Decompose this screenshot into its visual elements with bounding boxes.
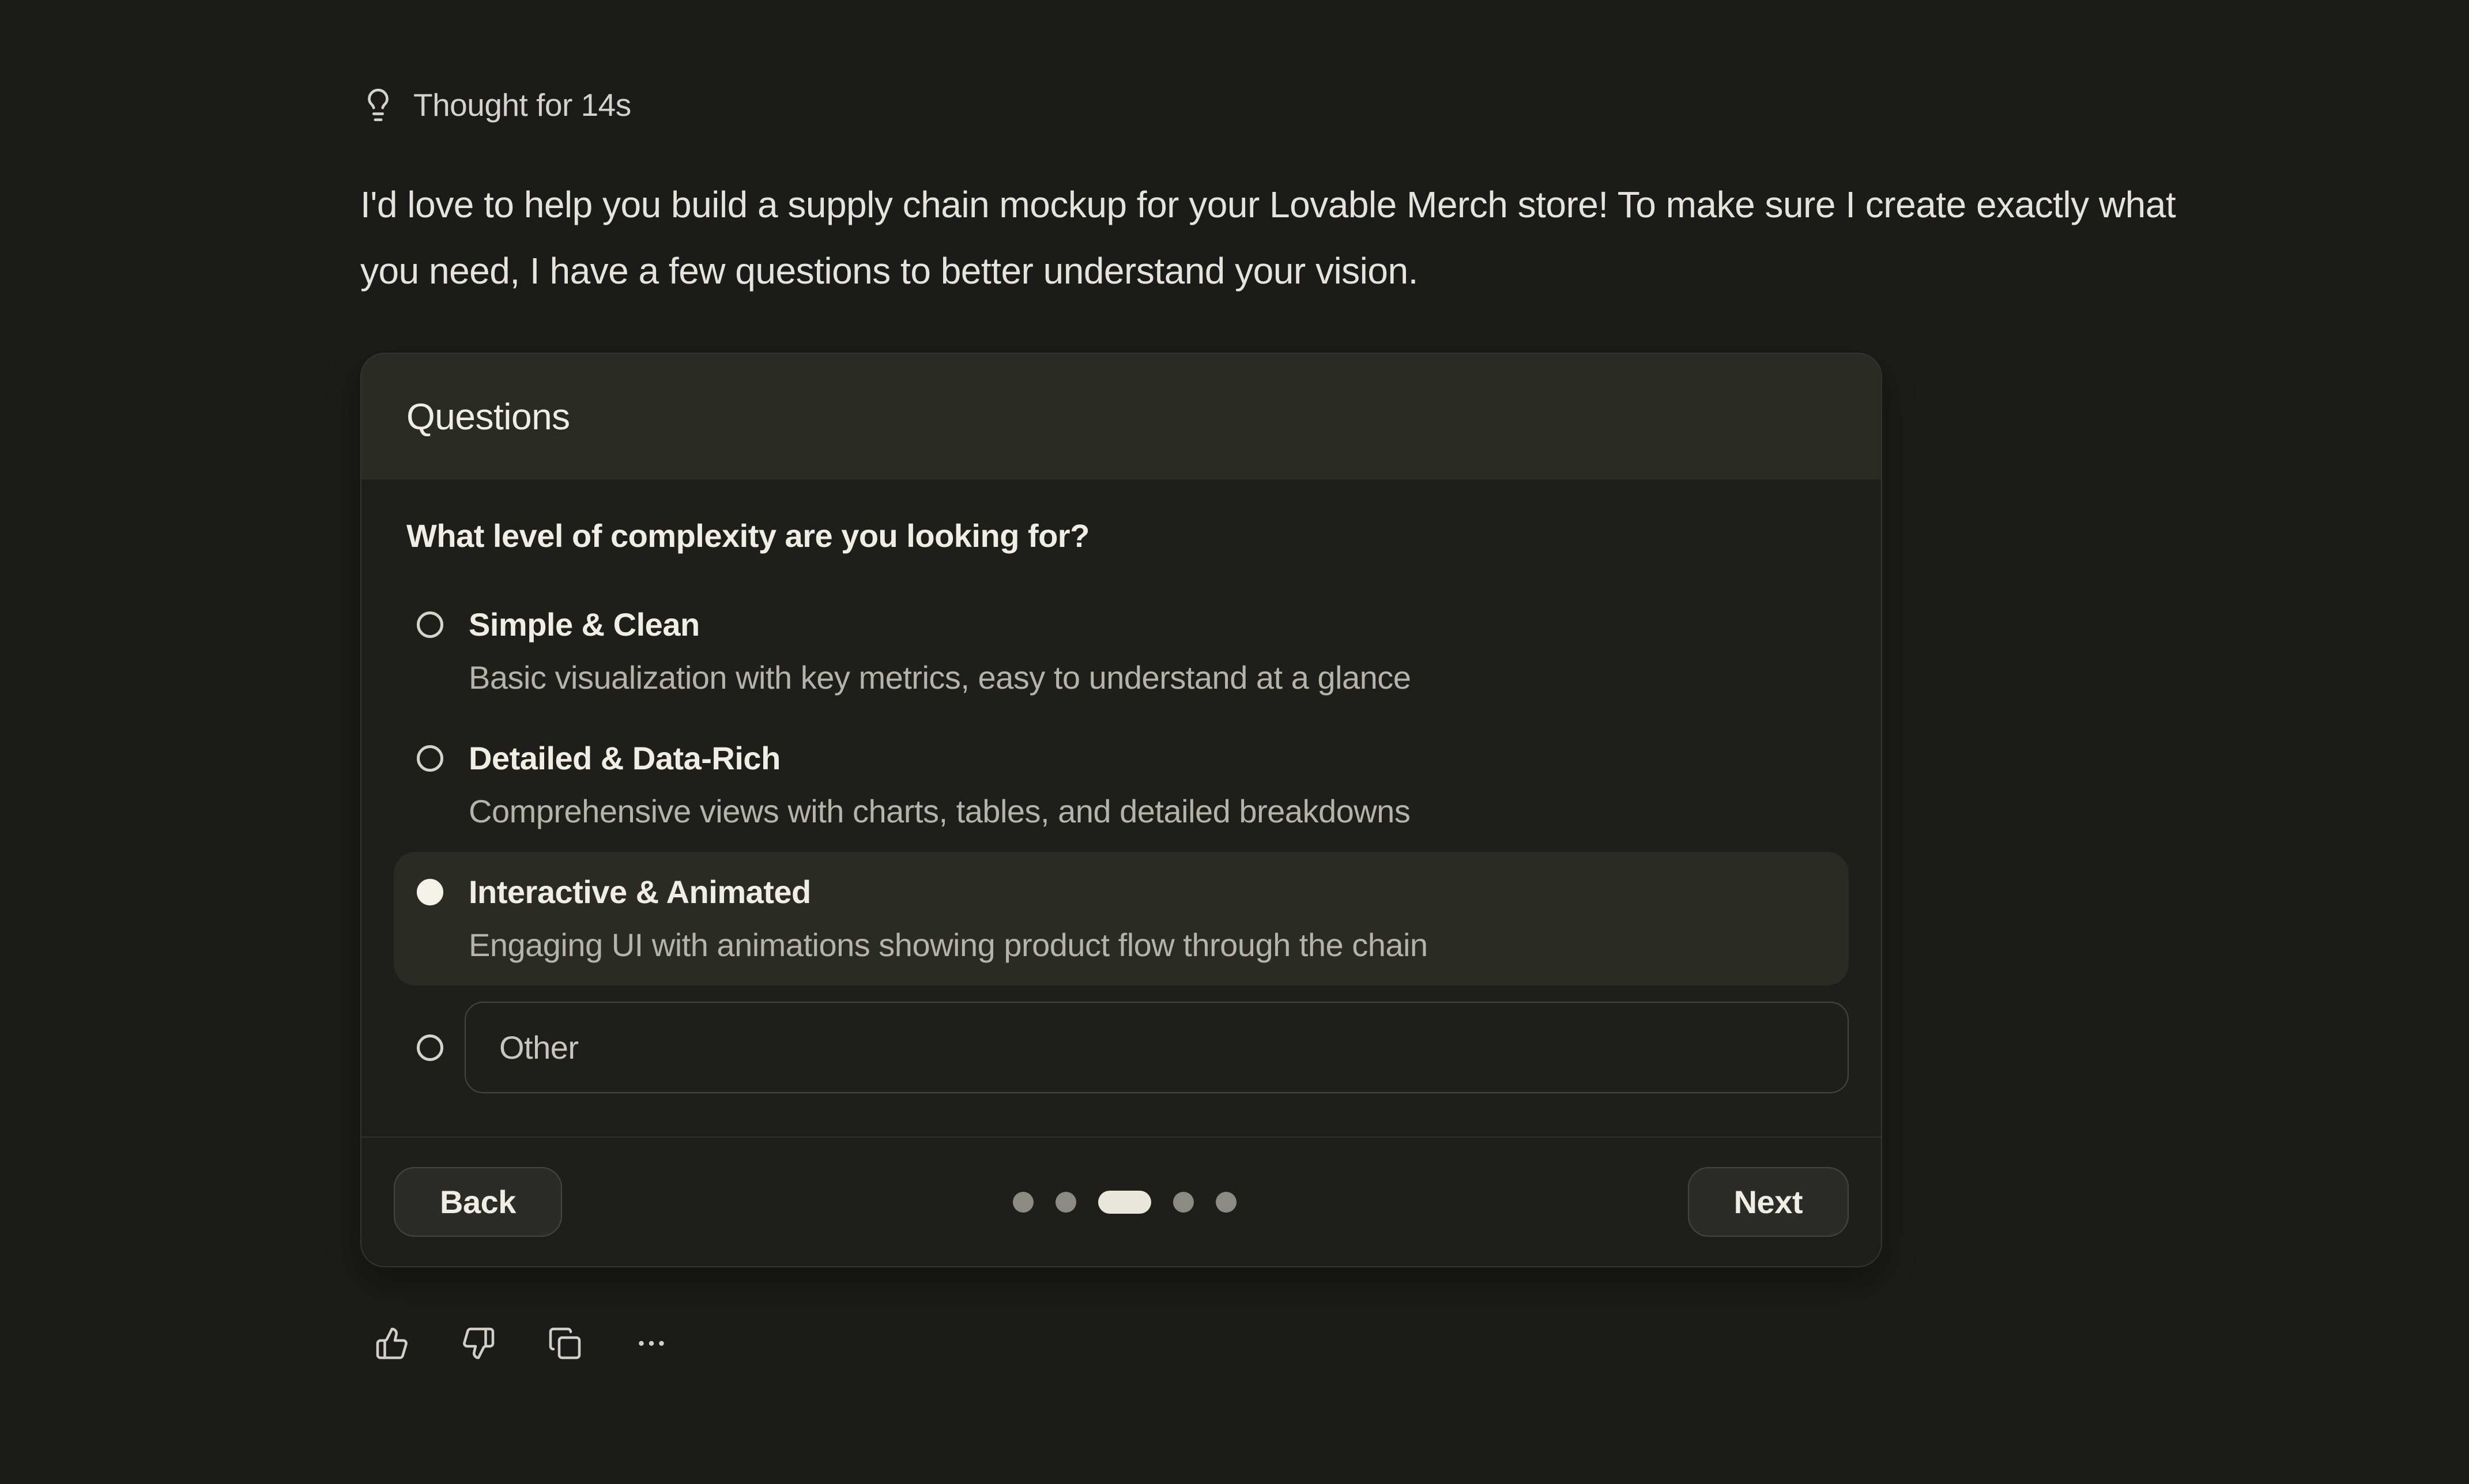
question-text: What level of complexity are you looking… xyxy=(406,515,1849,557)
pagination-dot xyxy=(1013,1192,1034,1213)
pagination-dot xyxy=(1056,1192,1076,1213)
copy-button[interactable] xyxy=(548,1326,582,1361)
radio-selected-icon[interactable] xyxy=(417,879,443,905)
option-description: Basic visualization with key metrics, ea… xyxy=(469,651,1411,704)
card-footer: Back Next xyxy=(361,1136,1881,1266)
card-title: Questions xyxy=(406,395,570,438)
pagination-dot xyxy=(1216,1192,1237,1213)
back-button[interactable]: Back xyxy=(394,1167,562,1237)
option-other[interactable] xyxy=(394,985,1849,1093)
option-title: Simple & Clean xyxy=(469,598,1411,651)
card-header: Questions xyxy=(361,354,1881,479)
other-option-input[interactable] xyxy=(465,1002,1849,1093)
thumbs-down-button[interactable] xyxy=(461,1326,496,1361)
ellipsis-icon xyxy=(634,1326,669,1361)
option-description: Engaging UI with animations showing prod… xyxy=(469,919,1428,972)
option-description: Comprehensive views with charts, tables,… xyxy=(469,785,1410,838)
pagination xyxy=(562,1191,1688,1214)
next-button[interactable]: Next xyxy=(1688,1167,1849,1237)
option-title: Interactive & Animated xyxy=(469,866,1428,919)
option-title: Detailed & Data-Rich xyxy=(469,732,1410,785)
radio-unselected-icon[interactable] xyxy=(417,611,443,638)
thought-toggle[interactable]: Thought for 14s xyxy=(360,86,631,123)
copy-icon xyxy=(548,1326,582,1361)
option-interactive-animated[interactable]: Interactive & Animated Engaging UI with … xyxy=(394,852,1849,985)
thumbs-up-button[interactable] xyxy=(375,1326,409,1361)
pagination-dot-active xyxy=(1098,1191,1151,1214)
message-actions xyxy=(375,1326,2469,1361)
thought-label: Thought for 14s xyxy=(413,86,631,123)
more-options-button[interactable] xyxy=(634,1326,669,1361)
questions-card: Questions What level of complexity are y… xyxy=(360,353,1882,1267)
chat-message-container: Thought for 14s I'd love to help you bui… xyxy=(0,0,2469,1361)
option-detailed-data-rich[interactable]: Detailed & Data-Rich Comprehensive views… xyxy=(394,718,1849,852)
option-simple-clean[interactable]: Simple & Clean Basic visualization with … xyxy=(394,584,1849,718)
assistant-message-text: I'd love to help you build a supply chai… xyxy=(360,172,2222,304)
pagination-dot xyxy=(1173,1192,1194,1213)
thumbs-up-icon xyxy=(375,1326,409,1361)
card-body: What level of complexity are you looking… xyxy=(361,479,1881,1136)
radio-unselected-icon[interactable] xyxy=(417,1034,443,1061)
thumbs-down-icon xyxy=(461,1326,496,1361)
radio-unselected-icon[interactable] xyxy=(417,745,443,772)
lightbulb-icon xyxy=(360,87,396,123)
options-list: Simple & Clean Basic visualization with … xyxy=(394,584,1849,1093)
